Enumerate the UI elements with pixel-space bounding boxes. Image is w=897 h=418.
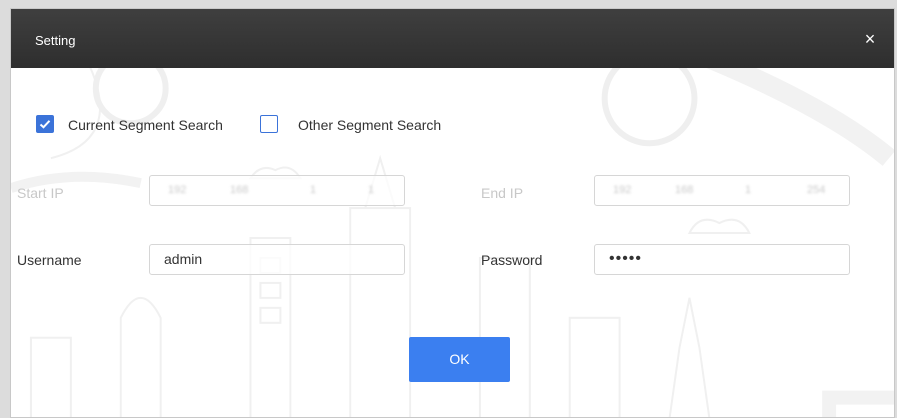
end-ip-segment: 1	[745, 184, 752, 196]
ok-button[interactable]: OK	[409, 337, 510, 382]
password-label: Password	[481, 252, 543, 268]
current-segment-checkbox[interactable]	[36, 115, 54, 133]
end-ip-label: End IP	[481, 185, 524, 201]
current-segment-label[interactable]: Current Segment Search	[68, 117, 223, 133]
end-ip-segment: 168	[675, 184, 694, 196]
dialog-title: Setting	[35, 33, 76, 48]
start-ip-segment: 1	[310, 184, 317, 196]
start-ip-input: 192 168 1 1	[149, 175, 405, 206]
username-input[interactable]: admin	[149, 244, 405, 275]
close-icon[interactable]: ×	[860, 29, 880, 49]
other-segment-label[interactable]: Other Segment Search	[298, 117, 441, 133]
check-icon	[39, 120, 51, 129]
start-ip-segment: 168	[230, 184, 249, 196]
password-input[interactable]: •••••	[594, 244, 850, 275]
start-ip-segment: 1	[368, 184, 375, 196]
end-ip-segment: 192	[613, 184, 632, 196]
dialog-titlebar: Setting ×	[11, 9, 894, 68]
username-label: Username	[17, 252, 82, 268]
end-ip-input: 192 168 1 254	[594, 175, 850, 206]
end-ip-segment: 254	[807, 184, 826, 196]
setting-dialog: Setting × Current Segment Search Other S…	[10, 8, 895, 418]
other-segment-checkbox[interactable]	[260, 115, 278, 133]
start-ip-label: Start IP	[17, 185, 64, 201]
start-ip-segment: 192	[168, 184, 187, 196]
